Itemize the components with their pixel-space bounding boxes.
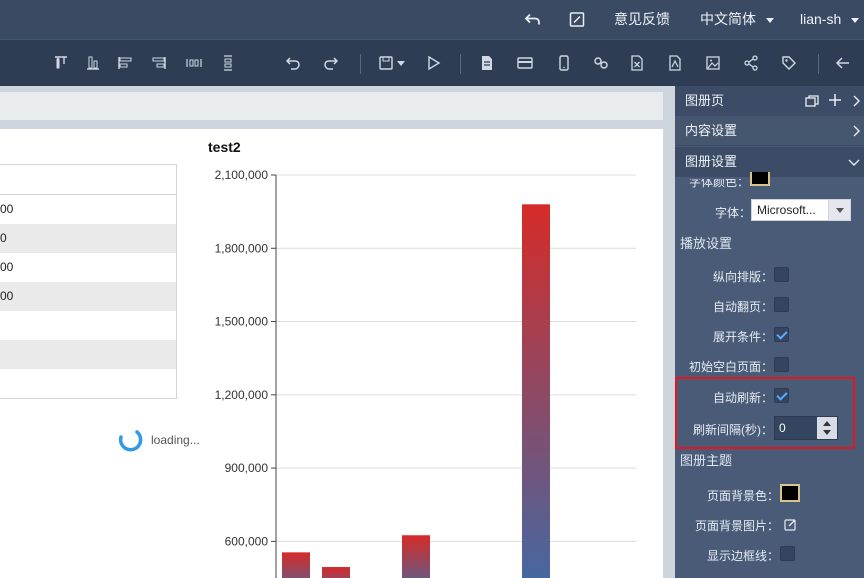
feedback-link[interactable]: 意见反馈 [614,0,670,39]
font-label: 字体： [715,206,752,220]
content-settings-title: 内容设置 [685,123,738,138]
play-settings-heading: 播放设置 [680,236,733,251]
undo-icon[interactable] [282,52,304,74]
distribute-vertical-icon[interactable] [217,52,239,74]
image-icon[interactable] [702,52,724,74]
table-row [0,369,176,398]
bar-chart[interactable]: 2,100,000 1,800,000 1,500,000 1,200,000 900,… [190,167,650,578]
table-row: 00 [0,260,14,274]
y-tick-label: 1,500,000 [215,315,269,329]
expand-condition-checkbox[interactable] [774,327,789,342]
caret-down-icon [765,17,774,23]
chart-bar[interactable] [402,535,430,578]
back-icon[interactable] [832,52,854,74]
y-tick-label: 2,100,000 [215,168,269,182]
chart-bar[interactable] [522,204,550,578]
top-header: 意见反馈 中文简体 lian-sh [0,0,864,39]
auto-page-label: 自动翻页： [713,300,774,314]
toolbar-divider [360,54,361,74]
properties-panel: 图册页 内容设置 图册设置 字体颜色： 字体： Microsoft... 播放设… [675,86,864,578]
album-settings-title: 图册设置 [685,154,738,169]
user-menu[interactable]: lian-sh [800,0,860,39]
user-name: lian-sh [800,11,842,27]
align-left-icon[interactable] [114,52,136,74]
excel-icon[interactable] [626,52,648,74]
edit-square-icon[interactable] [569,0,585,39]
language-dropdown[interactable]: 中文简体 [700,0,774,39]
chart-title: test2 [208,139,241,155]
redo-icon[interactable] [320,52,342,74]
save-dropdown[interactable] [374,52,408,74]
vertical-layout-label: 纵向排版： [713,270,774,284]
chart-bar[interactable] [282,552,310,578]
table-row: 0 [0,224,176,253]
copy-icon[interactable] [805,94,819,108]
undo-history-icon[interactable] [524,0,542,39]
select-arrow-icon [828,200,850,220]
highlight-box [675,377,855,449]
vertical-layout-checkbox[interactable] [774,267,789,282]
font-color-swatch[interactable] [750,172,770,186]
align-bottom-icon[interactable] [82,52,104,74]
save-icon [379,56,393,70]
edit-icon[interactable] [784,518,797,531]
blank-page-label: 初始空白页面： [689,360,774,374]
auto-page-checkbox[interactable] [774,297,789,312]
y-tick-label: 600,000 [225,534,269,548]
font-select[interactable]: Microsoft... [751,199,851,221]
content-settings-header[interactable]: 内容设置 [675,116,864,146]
toolbar-divider [818,54,819,74]
play-icon[interactable] [422,52,444,74]
link-icon[interactable] [590,52,612,74]
loading-spinner-icon [118,430,143,452]
album-theme-heading: 图册主题 [680,453,733,468]
caret-down-icon [397,60,405,66]
toolbar-divider [460,54,461,74]
page-tab-strip [0,92,663,120]
table-row [0,311,176,340]
data-table[interactable]: 00 0 00 00 [0,164,177,399]
pdf-icon[interactable] [664,52,686,74]
table-row [0,340,176,369]
show-border-checkbox[interactable] [780,546,795,561]
align-right-icon[interactable] [148,52,170,74]
expand-condition-label: 展开条件： [713,330,774,344]
design-canvas: 00 0 00 00 loading... test2 2,100,000 1,8… [0,86,675,578]
mobile-icon[interactable] [553,52,575,74]
y-tick-label: 1,200,000 [215,388,269,402]
album-page-title: 图册页 [685,93,725,108]
tag-icon[interactable] [778,52,800,74]
show-border-label: 显示边框线： [707,549,780,563]
page-bg-color-label: 页面背景色： [707,489,780,503]
font-select-value: Microsoft... [757,203,816,217]
document-icon[interactable] [476,52,498,74]
align-top-icon[interactable] [50,52,72,74]
blank-page-checkbox[interactable] [774,357,789,372]
page-bg-image-label: 页面背景图片： [695,519,780,533]
y-tick-label: 900,000 [225,461,269,475]
card-icon[interactable] [514,52,536,74]
y-tick-label: 1,800,000 [215,241,269,255]
chevron-down-icon [848,159,860,166]
share-icon[interactable] [740,52,762,74]
report-page[interactable]: 00 0 00 00 loading... test2 2,100,000 1,8… [0,129,663,578]
table-row: 00 [0,202,14,216]
loading-indicator: loading... [117,427,200,453]
album-page-header[interactable]: 图册页 [675,86,864,116]
add-icon[interactable] [828,93,842,107]
table-row [0,165,176,195]
table-row: 00 [0,282,176,311]
caret-down-icon [851,17,860,23]
chevron-right-icon [853,125,860,137]
editor-toolbar [0,39,864,86]
chevron-right-icon[interactable] [852,95,860,107]
distribute-horizontal-icon[interactable] [183,52,205,74]
chart-bar[interactable] [322,567,350,578]
page-bg-color-swatch[interactable] [780,484,800,502]
language-label: 中文简体 [700,11,756,27]
